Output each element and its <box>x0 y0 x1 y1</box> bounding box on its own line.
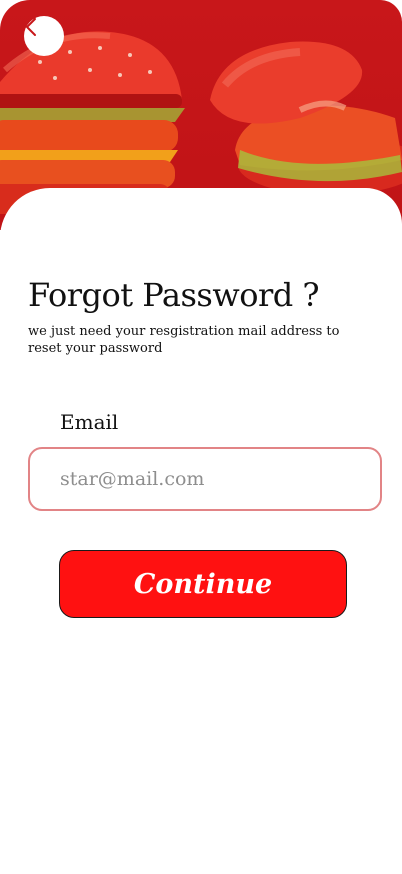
continue-button[interactable]: Continue <box>59 550 347 618</box>
email-label: Email <box>60 410 119 434</box>
email-field[interactable] <box>28 447 382 511</box>
forgot-password-screen: Forgot Password ? we just need your resg… <box>0 0 402 874</box>
page-title: Forgot Password ? <box>28 276 320 314</box>
left-burger <box>0 31 185 214</box>
page-subtitle: we just need your resgistration mail add… <box>28 324 340 356</box>
right-burger <box>210 41 402 195</box>
chevron-left-icon <box>26 18 36 36</box>
back-button[interactable] <box>24 16 64 56</box>
